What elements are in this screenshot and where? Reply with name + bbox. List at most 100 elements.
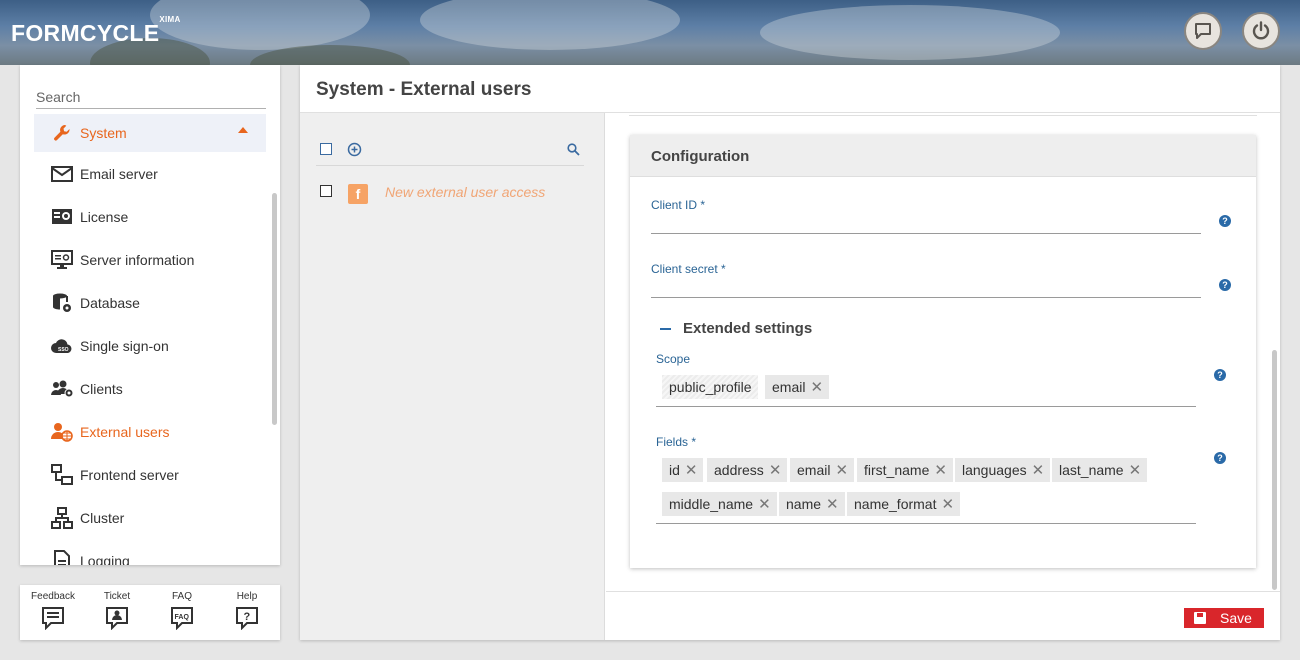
remove-chip-icon[interactable]: ✕ <box>835 463 848 478</box>
svg-text:?: ? <box>244 611 251 623</box>
remove-chip-icon[interactable]: ✕ <box>826 497 839 512</box>
sidebar-item-logging[interactable]: Logging <box>34 539 266 565</box>
detail-pane: Configuration Client ID * ? Client secre… <box>606 113 1280 591</box>
network-icon <box>50 506 74 530</box>
help-label: Feedback <box>31 591 75 602</box>
collapse-caret-icon[interactable] <box>238 127 248 133</box>
remove-chip-icon[interactable]: ✕ <box>685 463 698 478</box>
remove-chip-icon[interactable]: ✕ <box>769 463 782 478</box>
chip-label: email <box>797 462 831 478</box>
sidebar-item-server-information[interactable]: Server information <box>34 238 266 281</box>
save-button[interactable]: Save <box>1184 608 1264 628</box>
help-circle-icon[interactable]: ? <box>1214 452 1226 464</box>
field-chip: email ✕ <box>790 458 855 482</box>
sidebar-section-system[interactable]: System <box>34 114 266 152</box>
add-circle-icon[interactable] <box>347 142 362 157</box>
save-icon <box>1194 612 1206 624</box>
select-all-checkbox[interactable] <box>320 143 332 155</box>
app-logo[interactable]: FORMCYCLEXIMA <box>11 15 181 47</box>
help-circle-icon[interactable]: ? <box>1214 369 1226 381</box>
sidebar-item-label: Single sign-on <box>80 337 169 354</box>
sidebar-item-single-sign-on[interactable]: SSO Single sign-on <box>34 324 266 367</box>
sidebar-nav: System Email server License Server infor… <box>34 114 266 565</box>
chip-label: name <box>786 496 822 512</box>
frontend-server-icon <box>50 463 74 487</box>
logout-button[interactable] <box>1242 12 1280 50</box>
sidebar: System Email server License Server infor… <box>20 65 280 565</box>
sidebar-item-license[interactable]: License <box>34 195 266 238</box>
sidebar-item-label: Server information <box>80 251 195 268</box>
chat-button[interactable] <box>1184 12 1222 50</box>
remove-chip-icon[interactable]: ✕ <box>941 497 954 512</box>
chip-label: last_name <box>1059 462 1124 478</box>
sidebar-item-clients[interactable]: Clients <box>34 367 266 410</box>
configuration-card: Configuration Client ID * ? Client secre… <box>630 135 1256 568</box>
remove-chip-icon[interactable]: ✕ <box>810 380 823 395</box>
field-chip: id ✕ <box>662 458 704 482</box>
envelope-icon <box>50 162 74 186</box>
card-title: Configuration <box>630 135 1256 177</box>
save-label: Save <box>1220 610 1252 626</box>
divider <box>629 113 1257 116</box>
database-icon <box>50 291 74 315</box>
help-label: FAQ <box>171 591 192 602</box>
svg-text:SSO: SSO <box>58 347 69 353</box>
wrench-icon <box>50 121 74 145</box>
minus-icon <box>660 327 671 330</box>
client-secret-label: Client secret * <box>651 262 726 276</box>
help-circle-icon[interactable]: ? <box>1219 279 1231 291</box>
facebook-icon: f <box>348 184 368 204</box>
chat-icon <box>1195 23 1211 39</box>
sidebar-item-label: External users <box>80 423 170 440</box>
sidebar-item-email-server[interactable]: Email server <box>34 152 266 195</box>
remove-chip-icon[interactable]: ✕ <box>1032 463 1045 478</box>
sidebar-scrollbar[interactable] <box>272 193 277 425</box>
help-circle-icon[interactable]: ? <box>1219 215 1231 227</box>
sidebar-item-external-users[interactable]: External users <box>34 410 266 453</box>
ticket-icon <box>104 605 130 631</box>
sidebar-item-label: Email server <box>80 165 158 182</box>
sidebar-section-label: System <box>80 125 127 141</box>
sidebar-item-label: Cluster <box>80 509 125 526</box>
client-id-label: Client ID * <box>651 198 706 212</box>
scope-field[interactable] <box>656 406 1196 407</box>
row-checkbox[interactable] <box>320 185 332 197</box>
main-panel: System - External users f New external u… <box>300 65 1280 640</box>
remove-chip-icon[interactable]: ✕ <box>934 463 947 478</box>
feedback-button[interactable]: Feedback <box>28 591 78 631</box>
ticket-button[interactable]: Ticket <box>92 591 142 631</box>
faq-button[interactable]: FAQ FAQ <box>157 591 207 631</box>
detail-scrollbar[interactable] <box>1272 350 1277 590</box>
scope-chip: email ✕ <box>765 375 830 399</box>
sidebar-item-frontend-server[interactable]: Frontend server <box>34 453 266 496</box>
help-icon: ? <box>234 605 260 631</box>
chip-label: languages <box>962 462 1027 478</box>
cloud-sso-icon: SSO <box>50 334 74 358</box>
extended-settings-toggle[interactable]: Extended settings <box>660 320 812 337</box>
list-item[interactable]: f New external user access <box>316 181 584 205</box>
sidebar-item-label: License <box>80 208 129 225</box>
sidebar-item-label: Clients <box>80 380 123 397</box>
license-icon <box>50 205 74 229</box>
search-input[interactable] <box>36 89 266 105</box>
search-icon[interactable] <box>567 143 580 156</box>
field-chip: last_name ✕ <box>1052 458 1148 482</box>
fields-label: Fields * <box>656 435 697 449</box>
client-id-field[interactable] <box>651 233 1201 234</box>
list-item-label: New external user access <box>385 184 546 200</box>
fields-field[interactable] <box>656 523 1196 524</box>
client-secret-field[interactable] <box>651 297 1201 298</box>
list-toolbar <box>316 138 584 166</box>
chip-label: public_profile <box>669 379 752 395</box>
sidebar-item-cluster[interactable]: Cluster <box>34 496 266 539</box>
user-globe-icon <box>50 420 74 444</box>
help-button[interactable]: Help ? <box>222 591 272 631</box>
scope-chip: public_profile <box>662 375 758 399</box>
extended-settings-title: Extended settings <box>683 320 813 337</box>
field-chip: first_name ✕ <box>857 458 953 482</box>
sidebar-item-database[interactable]: Database <box>34 281 266 324</box>
chip-label: middle_name <box>669 496 754 512</box>
remove-chip-icon[interactable]: ✕ <box>758 497 771 512</box>
field-chip: address ✕ <box>707 458 788 482</box>
remove-chip-icon[interactable]: ✕ <box>1129 463 1142 478</box>
